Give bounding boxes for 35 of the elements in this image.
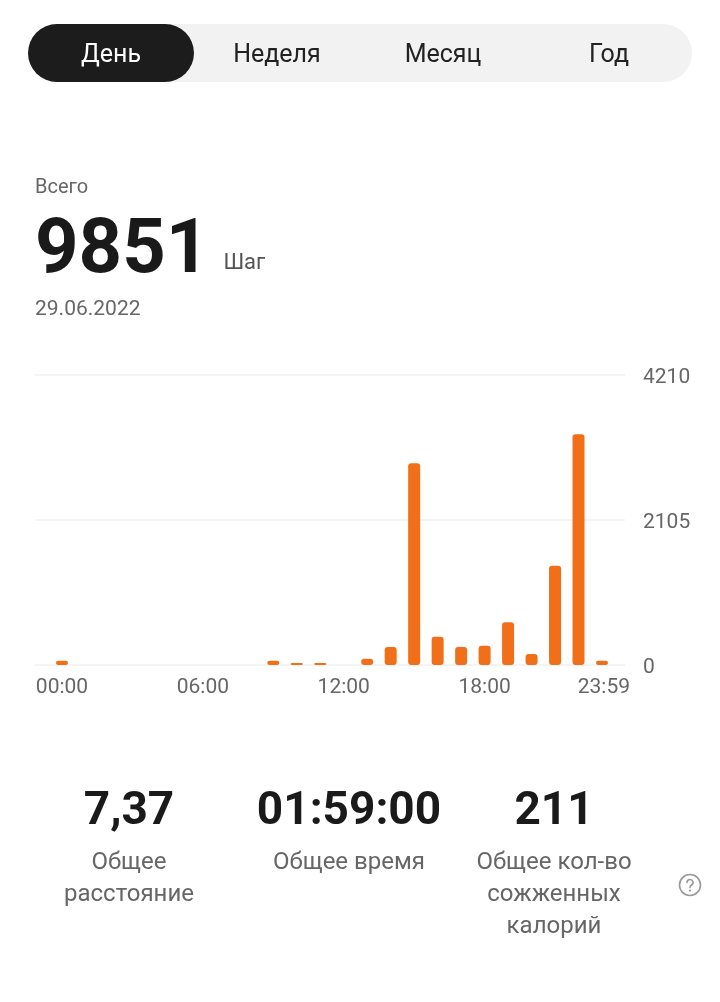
stat-label: Общее время xyxy=(272,846,426,877)
bar xyxy=(478,645,491,665)
period-tab[interactable]: Неделя xyxy=(194,24,360,82)
bar xyxy=(290,662,303,665)
bar xyxy=(431,636,444,665)
bar xyxy=(502,622,515,665)
stat-value: 211 xyxy=(514,781,594,835)
bar xyxy=(455,647,468,665)
stat-value: 7,37 xyxy=(83,781,175,835)
help-icon[interactable] xyxy=(678,873,702,897)
bar xyxy=(596,660,608,665)
axis-label: 18:00 xyxy=(458,674,511,698)
axis-label: 0 xyxy=(643,654,655,678)
axis-label: 23:59 xyxy=(577,674,630,698)
axis-label: 00:00 xyxy=(35,674,89,698)
bar xyxy=(384,647,397,665)
total-label: Всего xyxy=(35,174,90,198)
bar xyxy=(314,662,327,665)
step-count: 9851 xyxy=(35,204,210,288)
bar xyxy=(525,654,538,665)
unit-label: Шаг xyxy=(223,249,266,274)
axis-label: 2105 xyxy=(643,509,691,533)
axis-label: 12:00 xyxy=(317,674,370,698)
bar xyxy=(56,660,68,665)
period-tab[interactable]: День xyxy=(28,24,194,82)
period-tab[interactable]: Месяц xyxy=(360,24,526,82)
bar xyxy=(267,660,280,665)
bar xyxy=(361,658,374,665)
stat-label: Общее расстояние xyxy=(63,846,195,909)
stat-label: Общее кол-во сожженных калорий xyxy=(475,846,633,941)
date-label: 29.06.2022 xyxy=(35,296,142,320)
stat-value: 01:59:00 xyxy=(256,781,442,835)
period-tab[interactable]: Год xyxy=(526,24,692,82)
axis-label: 06:00 xyxy=(176,674,229,698)
axis-label: 4210 xyxy=(643,364,691,388)
